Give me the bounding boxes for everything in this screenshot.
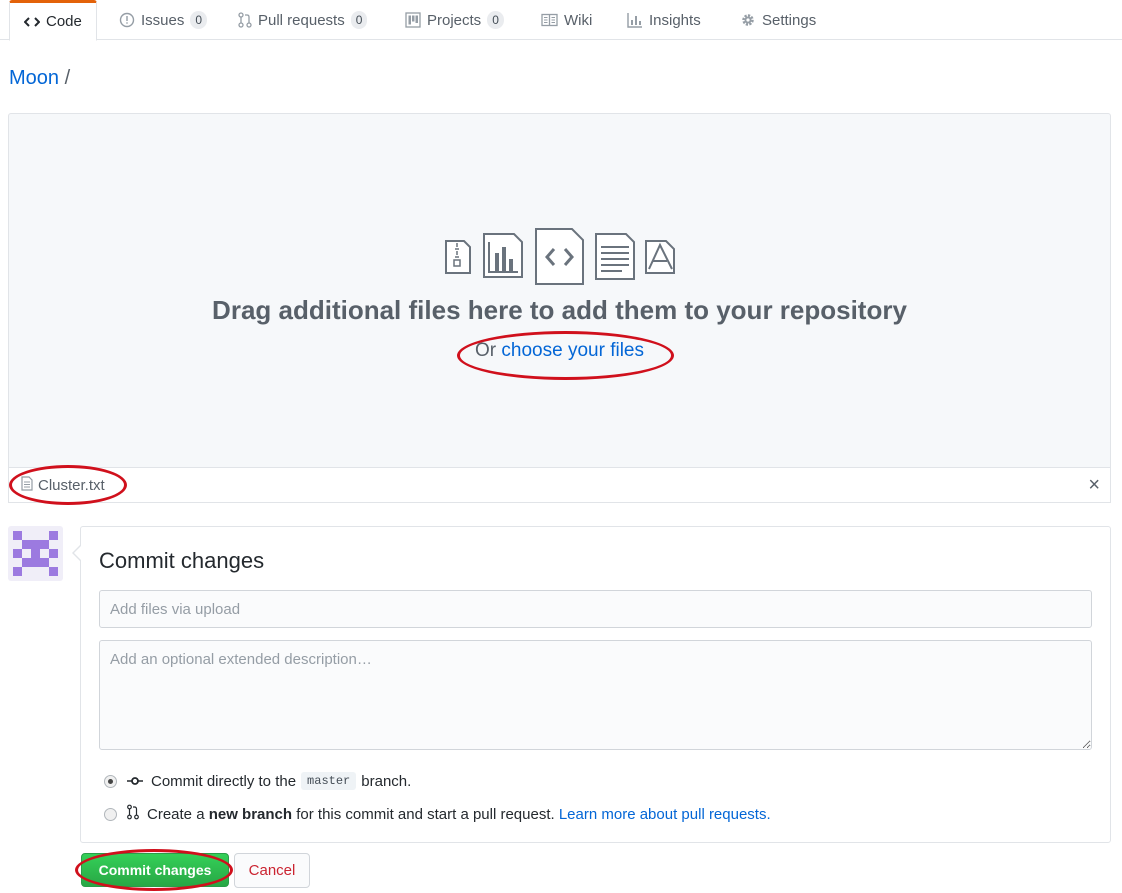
zip-file-icon bbox=[445, 240, 471, 274]
book-icon bbox=[541, 13, 558, 27]
file-dropzone[interactable] bbox=[8, 113, 1111, 468]
tab-label: Code bbox=[46, 13, 82, 30]
tab-wiki[interactable]: Wiki bbox=[527, 0, 606, 40]
new-branch-suffix: for this commit and start a pull request… bbox=[292, 805, 559, 823]
file-name: Cluster.txt bbox=[38, 477, 105, 494]
dropzone-or-text: Or bbox=[475, 340, 502, 361]
choose-files-link[interactable]: choose your files bbox=[501, 340, 644, 361]
remove-file-button[interactable]: × bbox=[1088, 474, 1100, 496]
graph-icon bbox=[627, 12, 643, 28]
commit-description-textarea[interactable] bbox=[99, 640, 1092, 750]
tab-projects[interactable]: Projects 0 bbox=[391, 0, 518, 40]
pdf-file-icon bbox=[645, 240, 675, 274]
code-icon bbox=[24, 15, 40, 29]
file-type-icons bbox=[444, 227, 684, 287]
identicon-image bbox=[13, 531, 58, 576]
git-commit-icon bbox=[127, 773, 151, 790]
text-file-icon bbox=[595, 233, 635, 280]
gear-icon bbox=[740, 12, 756, 28]
tab-issues[interactable]: Issues 0 bbox=[105, 0, 221, 40]
repo-nav: Code Issues 0 Pull requests 0 Projects 0… bbox=[0, 0, 1122, 41]
commit-direct-option[interactable]: Commit directly to the master branch. bbox=[104, 772, 411, 790]
tab-label: Insights bbox=[649, 11, 701, 29]
new-branch-prefix: Create a bbox=[147, 805, 209, 823]
new-branch-bold: new branch bbox=[208, 805, 293, 823]
pull-request-icon bbox=[127, 804, 147, 824]
tab-code[interactable]: Code bbox=[9, 0, 97, 41]
branch-name: master bbox=[301, 772, 357, 790]
commit-form-title: Commit changes bbox=[99, 548, 265, 573]
commit-direct-radio[interactable] bbox=[104, 774, 117, 788]
commit-direct-suffix: branch. bbox=[361, 772, 412, 790]
file-item: Cluster.txt bbox=[21, 476, 105, 495]
avatar[interactable] bbox=[8, 526, 63, 581]
upload-file-list: Cluster.txt × bbox=[8, 467, 1111, 503]
new-branch-radio[interactable] bbox=[104, 807, 117, 821]
breadcrumb: Moon / bbox=[9, 67, 70, 90]
cancel-button[interactable]: Cancel bbox=[234, 853, 310, 888]
tab-pull-requests[interactable]: Pull requests 0 bbox=[224, 0, 381, 40]
tab-label: Projects bbox=[427, 11, 482, 29]
commit-summary-input[interactable] bbox=[99, 590, 1092, 628]
projects-counter: 0 bbox=[487, 11, 504, 29]
pull-requests-counter: 0 bbox=[350, 11, 368, 29]
tab-label: Settings bbox=[762, 11, 817, 29]
tab-label: Pull requests bbox=[258, 11, 345, 29]
dropzone-title: Drag additional files here to add them t… bbox=[212, 295, 907, 325]
tab-label: Wiki bbox=[564, 11, 593, 29]
pull-request-icon bbox=[238, 12, 252, 28]
learn-more-link[interactable]: Learn more about pull requests. bbox=[559, 806, 771, 823]
file-text-icon bbox=[21, 476, 33, 495]
dropzone-subtitle: Or choose your files bbox=[8, 340, 1111, 362]
tab-insights[interactable]: Insights bbox=[613, 0, 715, 40]
breadcrumb-separator: / bbox=[64, 67, 71, 89]
issues-counter: 0 bbox=[190, 11, 208, 29]
breadcrumb-owner[interactable]: Moon bbox=[9, 67, 59, 89]
code-file-icon bbox=[535, 228, 584, 285]
issue-icon bbox=[119, 12, 135, 28]
project-icon bbox=[405, 12, 421, 28]
commit-direct-prefix: Commit directly to the bbox=[151, 772, 297, 790]
tab-label: Issues bbox=[141, 11, 185, 29]
chart-file-icon bbox=[483, 233, 523, 278]
new-branch-option[interactable]: Create a new branch for this commit and … bbox=[104, 804, 771, 824]
commit-changes-button[interactable]: Commit changes bbox=[81, 853, 229, 887]
tab-settings[interactable]: Settings bbox=[726, 0, 830, 40]
